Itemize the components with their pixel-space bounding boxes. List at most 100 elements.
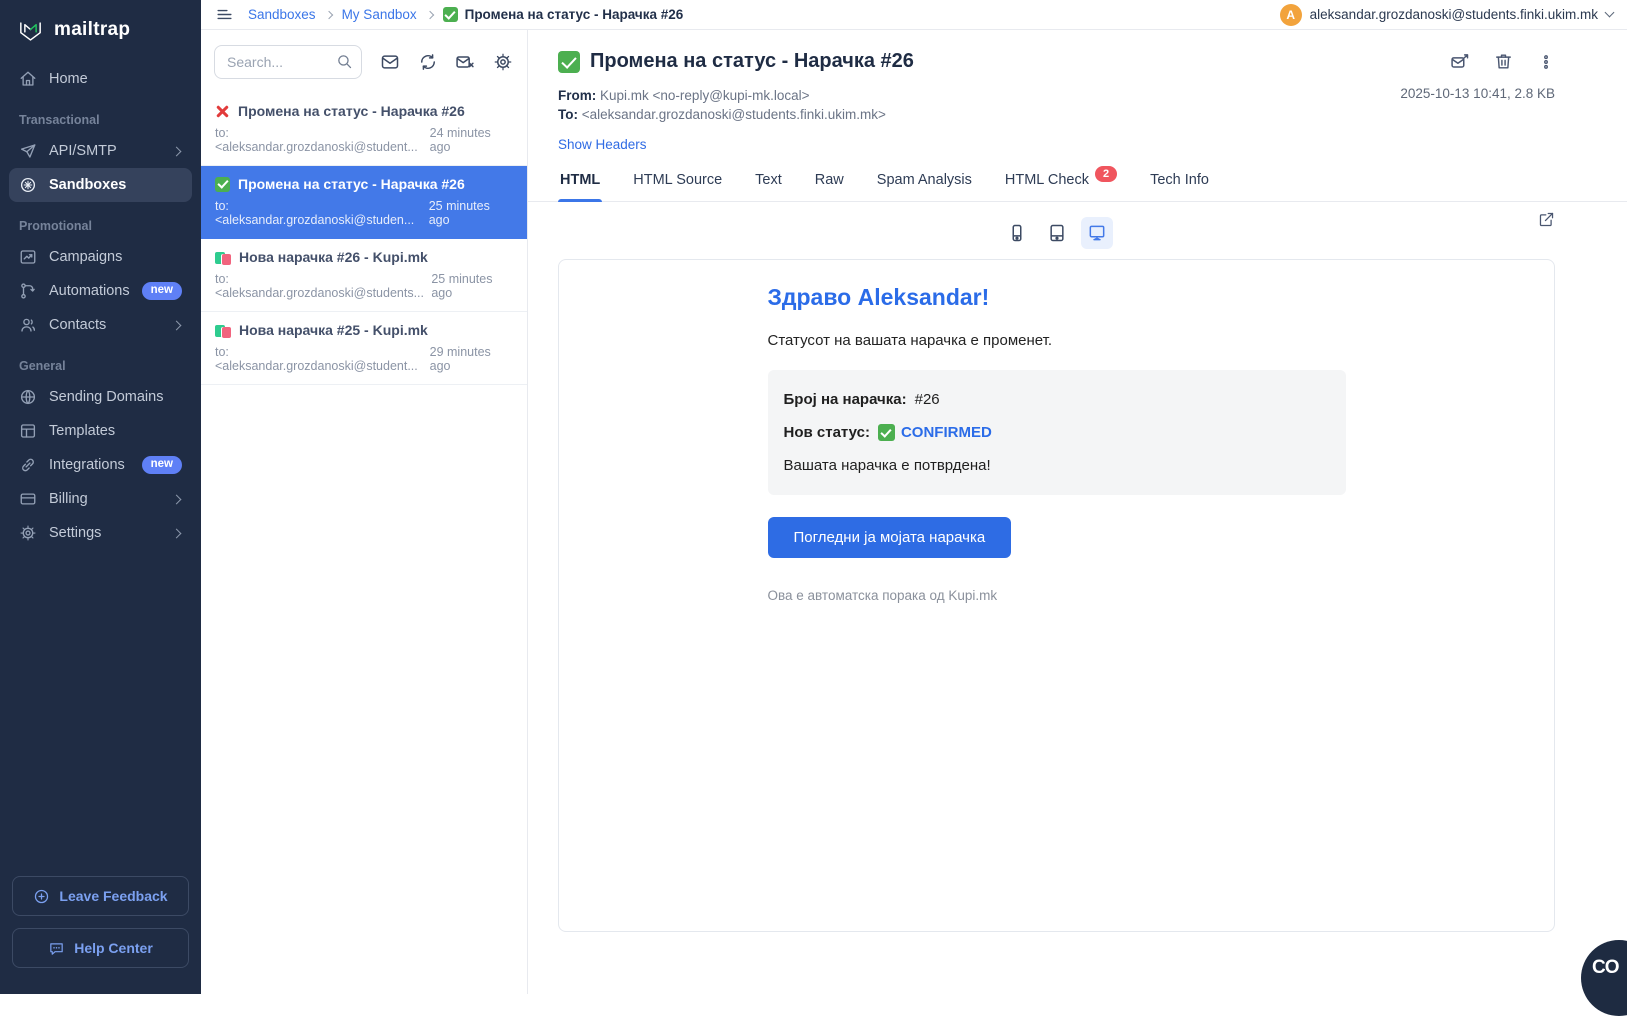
email-list-item-selected[interactable]: Промена на статус - Нарачка #26 to: <ale… [201, 166, 527, 239]
new-badge: new [142, 282, 182, 300]
sidebar-item-home[interactable]: Home [9, 62, 192, 96]
sidebar-item-sending-domains[interactable]: Sending Domains [9, 380, 192, 414]
tab-html[interactable]: HTML [558, 168, 602, 201]
breadcrumb-my-sandbox[interactable]: My Sandbox [342, 7, 417, 22]
mark-read-envelope-icon[interactable] [380, 52, 400, 72]
sidebar-item-settings[interactable]: Settings [9, 516, 192, 550]
view-order-button[interactable]: Погледни ја мојата нарачка [768, 517, 1012, 558]
forward-email-icon[interactable] [1450, 52, 1470, 72]
sidebar-item-label: Settings [49, 525, 161, 541]
sidebar-item-billing[interactable]: Billing [9, 482, 192, 516]
check-mark-icon [215, 177, 230, 192]
order-status-label: Нов статус: [784, 424, 870, 441]
rendered-email-card: Здраво Aleksandar! Статусот на вашата на… [558, 259, 1555, 932]
email-time: 25 minutes ago [431, 272, 513, 300]
tab-raw[interactable]: Raw [813, 168, 846, 201]
email-list-item[interactable]: Нова нарачка #25 - Kupi.mk to: <aleksand… [201, 312, 527, 385]
tab-html-source[interactable]: HTML Source [631, 168, 724, 201]
shopping-bags-icon [215, 322, 231, 338]
message-subject: Промена на статус - Нарачка #26 [558, 50, 1450, 73]
tab-html-check[interactable]: HTML Check2 [1003, 168, 1119, 201]
to-label: To: [558, 107, 578, 122]
clear-inbox-icon[interactable] [455, 52, 475, 72]
cross-mark-icon [215, 104, 230, 119]
tab-tech-info[interactable]: Tech Info [1148, 168, 1211, 201]
sidebar-item-label: Contacts [49, 317, 161, 333]
breadcrumb-separator-icon [425, 10, 433, 18]
order-status-value: CONFIRMED [901, 424, 992, 441]
shopping-bags-icon [215, 249, 231, 265]
sidebar-item-integrations[interactable]: Integrations new [9, 448, 192, 482]
order-info-box: Број на нарачка: #26 Нов статус: CONFIRM… [768, 370, 1346, 495]
email-subject: Промена на статус - Нарачка #26 [238, 103, 465, 119]
desktop-preview-icon[interactable] [1081, 217, 1113, 249]
sidebar-item-templates[interactable]: Templates [9, 414, 192, 448]
contacts-icon [19, 316, 37, 334]
delete-trash-icon[interactable] [1494, 52, 1513, 71]
breadcrumb-current-label: Промена на статус - Нарачка #26 [465, 7, 684, 22]
sidebar-item-contacts[interactable]: Contacts [9, 308, 192, 342]
open-external-icon[interactable] [1538, 211, 1555, 228]
globe-icon [19, 388, 37, 406]
sidebar-item-sandboxes[interactable]: Sandboxes [9, 168, 192, 202]
sidebar-footer: Leave Feedback Help Center [0, 876, 201, 994]
sidebar-section-general: General [19, 359, 182, 373]
email-subject: Нова нарачка #26 - Kupi.mk [239, 249, 428, 265]
search-field-wrap [214, 45, 362, 79]
inbox-actions [380, 52, 513, 72]
email-to: to: <aleksandar.grozdanoski@students... [215, 272, 431, 300]
breadcrumb-separator-icon [324, 10, 332, 18]
account-menu[interactable]: A aleksandar.grozdanoski@students.finki.… [1280, 4, 1613, 26]
leave-feedback-label: Leave Feedback [59, 888, 167, 904]
sidebar-item-automations[interactable]: Automations new [9, 274, 192, 308]
sidebar-section-promotional: Promotional [19, 219, 182, 233]
inbox-settings-gear-icon[interactable] [493, 52, 513, 72]
mobile-preview-icon[interactable] [1001, 217, 1033, 249]
device-preview-switcher [558, 202, 1555, 249]
sidebar-item-label: Billing [49, 491, 161, 507]
chevron-right-icon [172, 146, 182, 156]
help-center-button[interactable]: Help Center [12, 928, 189, 968]
email-list-item[interactable]: Нова нарачка #26 - Kupi.mk to: <aleksand… [201, 239, 527, 312]
email-to: to: <aleksandar.grozdanoski@studen... [215, 199, 429, 227]
chat-bubble-icon [48, 940, 65, 957]
templates-icon [19, 422, 37, 440]
check-mark-icon [443, 7, 458, 22]
check-mark-icon [558, 51, 580, 73]
sidebar-item-api-smtp[interactable]: API/SMTP [9, 134, 192, 168]
sidebar-item-label: Sandboxes [49, 177, 182, 193]
inbox-panel: Промена на статус - Нарачка #26 to: <ale… [201, 30, 528, 994]
tab-spam-analysis[interactable]: Spam Analysis [875, 168, 974, 201]
inbox-toolbar [201, 30, 527, 93]
topbar: Sandboxes My Sandbox Промена на статус -… [201, 0, 1627, 30]
email-subject: Промена на статус - Нарачка #26 [238, 176, 465, 192]
sidebar-item-label: Integrations [49, 457, 130, 473]
brand-logo[interactable]: mailtrap [0, 0, 201, 62]
email-list-item[interactable]: Промена на статус - Нарачка #26 to: <ale… [201, 93, 527, 166]
leave-feedback-button[interactable]: Leave Feedback [12, 876, 189, 916]
campaigns-icon [19, 248, 37, 266]
tablet-preview-icon[interactable] [1041, 217, 1073, 249]
message-panel: Промена на статус - Нарачка #26 [528, 30, 1627, 994]
message-addresses: From: Kupi.mk <no-reply@kupi-mk.local> T… [558, 86, 886, 124]
chevron-right-icon [172, 494, 182, 504]
link-icon [19, 456, 37, 474]
order-number-line: Број на нарачка: #26 [784, 391, 1330, 408]
chevron-right-icon [172, 320, 182, 330]
refresh-icon[interactable] [418, 52, 438, 72]
sidebar-toggle-button[interactable] [215, 5, 234, 24]
check-mark-icon [878, 424, 895, 441]
message-actions [1450, 52, 1555, 72]
main-column: Sandboxes My Sandbox Промена на статус -… [201, 0, 1627, 994]
more-options-kebab-icon[interactable] [1537, 53, 1555, 71]
sidebar-item-label: Home [49, 71, 182, 87]
tab-text[interactable]: Text [753, 168, 784, 201]
sidebar-item-label: API/SMTP [49, 143, 161, 159]
show-headers-link[interactable]: Show Headers [558, 137, 647, 152]
sidebar-item-label: Automations [49, 283, 130, 299]
breadcrumb-sandboxes[interactable]: Sandboxes [248, 7, 316, 22]
message-subject-text: Промена на статус - Нарачка #26 [590, 50, 914, 73]
sidebar-item-campaigns[interactable]: Campaigns [9, 240, 192, 274]
order-note-line: Вашата нарачка е потврдена! [784, 457, 1330, 474]
from-label: From: [558, 88, 596, 103]
